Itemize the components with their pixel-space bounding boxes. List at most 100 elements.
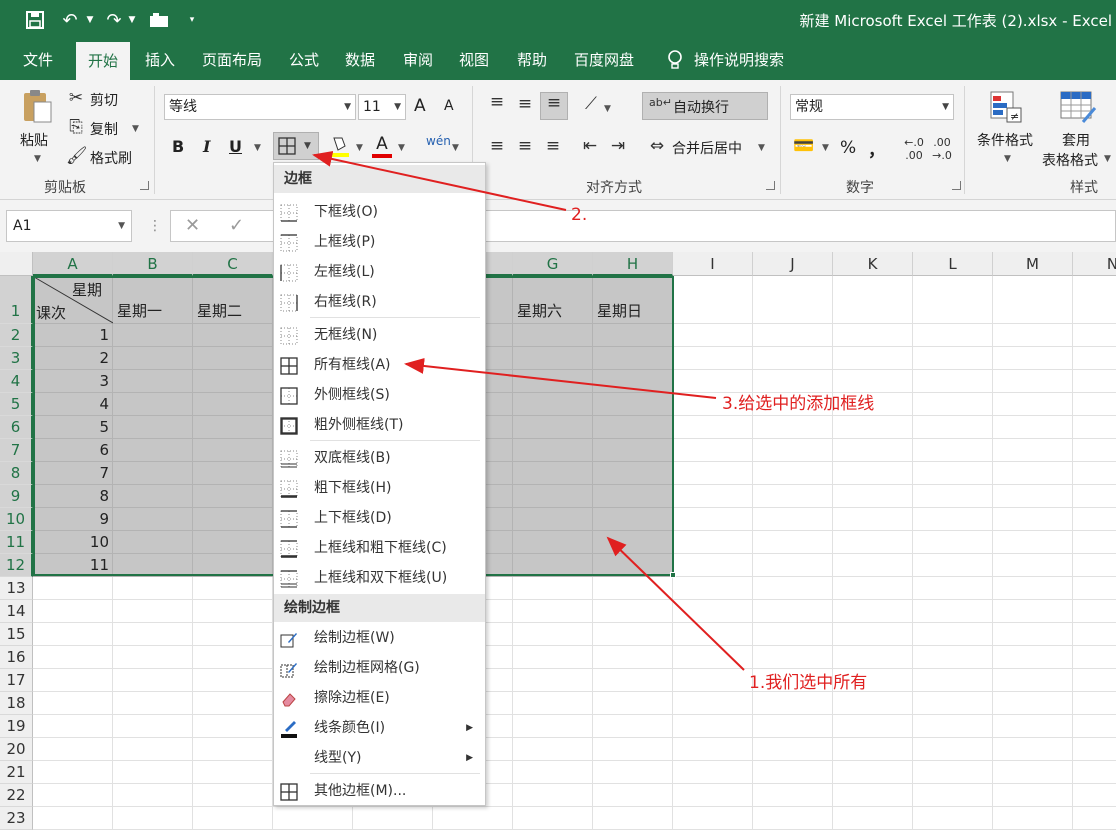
cell-h19[interactable]	[593, 715, 673, 738]
cut-button[interactable]: 剪切	[90, 90, 118, 110]
cell-g9[interactable]	[513, 485, 593, 508]
cell-k21[interactable]	[833, 761, 913, 784]
menu-item-outside-borders[interactable]: 外侧框线(S)	[274, 380, 485, 410]
cell-a8[interactable]: 7	[33, 462, 113, 485]
cell-n15[interactable]	[1073, 623, 1116, 646]
cell-c4[interactable]	[193, 370, 273, 393]
tab-baidu-netdisk[interactable]: 百度网盘	[566, 40, 642, 80]
orientation-icon[interactable]: ⟋	[580, 94, 602, 114]
cell-n4[interactable]	[1073, 370, 1116, 393]
cell-m5[interactable]	[993, 393, 1073, 416]
cancel-icon[interactable]: ✕	[185, 215, 200, 236]
save-icon[interactable]	[22, 8, 48, 32]
cell-g18[interactable]	[513, 692, 593, 715]
cell-h16[interactable]	[593, 646, 673, 669]
row-header-9[interactable]: 9	[0, 485, 33, 508]
conditional-format-icon[interactable]: ≠	[988, 90, 1024, 126]
cell-h21[interactable]	[593, 761, 673, 784]
cell-n14[interactable]	[1073, 600, 1116, 623]
cell-h11[interactable]	[593, 531, 673, 554]
cell-j1[interactable]	[753, 276, 833, 324]
menu-item-right-border[interactable]: 右框线(R)	[274, 287, 485, 317]
cell-a19[interactable]	[33, 715, 113, 738]
conditional-format-dropdown-icon[interactable]: ▼	[1004, 154, 1011, 164]
row-header-5[interactable]: 5	[0, 393, 33, 416]
row-header-21[interactable]: 21	[0, 761, 33, 784]
cell-b3[interactable]	[113, 347, 193, 370]
cell-l2[interactable]	[913, 324, 993, 347]
cell-h7[interactable]	[593, 439, 673, 462]
cell-j7[interactable]	[753, 439, 833, 462]
underline-button[interactable]: U	[229, 137, 242, 156]
cell-f23[interactable]	[433, 807, 513, 830]
cell-j19[interactable]	[753, 715, 833, 738]
align-left-icon[interactable]: ≡	[484, 136, 510, 156]
row-header-13[interactable]: 13	[0, 577, 33, 600]
phonetic-dropdown-icon[interactable]: ▼	[452, 143, 459, 153]
shrink-font-button[interactable]: A	[444, 98, 454, 114]
cell-c23[interactable]	[193, 807, 273, 830]
cell-g6[interactable]	[513, 416, 593, 439]
cell-a17[interactable]	[33, 669, 113, 692]
cell-i16[interactable]	[673, 646, 753, 669]
cell-j16[interactable]	[753, 646, 833, 669]
cell-l19[interactable]	[913, 715, 993, 738]
cell-h6[interactable]	[593, 416, 673, 439]
menu-item-draw-border[interactable]: 绘制边框(W)	[274, 623, 485, 653]
merge-dropdown-icon[interactable]: ▼	[758, 143, 765, 153]
cell-b8[interactable]	[113, 462, 193, 485]
cell-i15[interactable]	[673, 623, 753, 646]
cell-c1[interactable]: 星期二	[193, 276, 273, 324]
accounting-dropdown-icon[interactable]: ▼	[822, 143, 829, 153]
cell-k1[interactable]	[833, 276, 913, 324]
paste-dropdown-icon[interactable]: ▼	[34, 154, 41, 164]
cell-h1[interactable]: 星期日	[593, 276, 673, 324]
cell-j15[interactable]	[753, 623, 833, 646]
cell-n7[interactable]	[1073, 439, 1116, 462]
cell-l22[interactable]	[913, 784, 993, 807]
align-center-icon[interactable]: ≡	[512, 136, 538, 156]
tab-help[interactable]: 帮助	[508, 40, 556, 80]
cell-n5[interactable]	[1073, 393, 1116, 416]
customize-qat-icon[interactable]: ▾	[186, 8, 198, 32]
cell-m3[interactable]	[993, 347, 1073, 370]
cell-h12[interactable]	[593, 554, 673, 577]
cell-i23[interactable]	[673, 807, 753, 830]
percent-button[interactable]: %	[840, 138, 856, 158]
cell-i10[interactable]	[673, 508, 753, 531]
cell-i9[interactable]	[673, 485, 753, 508]
cell-m6[interactable]	[993, 416, 1073, 439]
row-header-1[interactable]: 1	[0, 276, 33, 324]
cell-l8[interactable]	[913, 462, 993, 485]
cell-l14[interactable]	[913, 600, 993, 623]
cell-n10[interactable]	[1073, 508, 1116, 531]
cell-n3[interactable]	[1073, 347, 1116, 370]
cell-j23[interactable]	[753, 807, 833, 830]
copy-icon[interactable]: ⎘	[66, 117, 86, 137]
cell-h2[interactable]	[593, 324, 673, 347]
cell-g16[interactable]	[513, 646, 593, 669]
cell-a10[interactable]: 9	[33, 508, 113, 531]
format-as-table-label-2[interactable]: 表格格式	[1042, 150, 1098, 170]
cell-c16[interactable]	[193, 646, 273, 669]
cell-l3[interactable]	[913, 347, 993, 370]
cell-j9[interactable]	[753, 485, 833, 508]
alignment-launcher-icon[interactable]	[766, 181, 775, 190]
cell-h13[interactable]	[593, 577, 673, 600]
menu-item-top-double-bottom-border[interactable]: 上框线和双下框线(U)	[274, 563, 485, 593]
cell-n22[interactable]	[1073, 784, 1116, 807]
cell-g22[interactable]	[513, 784, 593, 807]
format-as-table-label-1[interactable]: 套用	[1062, 130, 1090, 150]
cell-i8[interactable]	[673, 462, 753, 485]
cell-n11[interactable]	[1073, 531, 1116, 554]
cell-m14[interactable]	[993, 600, 1073, 623]
cell-c9[interactable]	[193, 485, 273, 508]
cell-h22[interactable]	[593, 784, 673, 807]
cell-k10[interactable]	[833, 508, 913, 531]
cell-m21[interactable]	[993, 761, 1073, 784]
cell-j11[interactable]	[753, 531, 833, 554]
column-header-g[interactable]: G	[513, 252, 593, 276]
cell-j22[interactable]	[753, 784, 833, 807]
cell-n19[interactable]	[1073, 715, 1116, 738]
row-header-17[interactable]: 17	[0, 669, 33, 692]
